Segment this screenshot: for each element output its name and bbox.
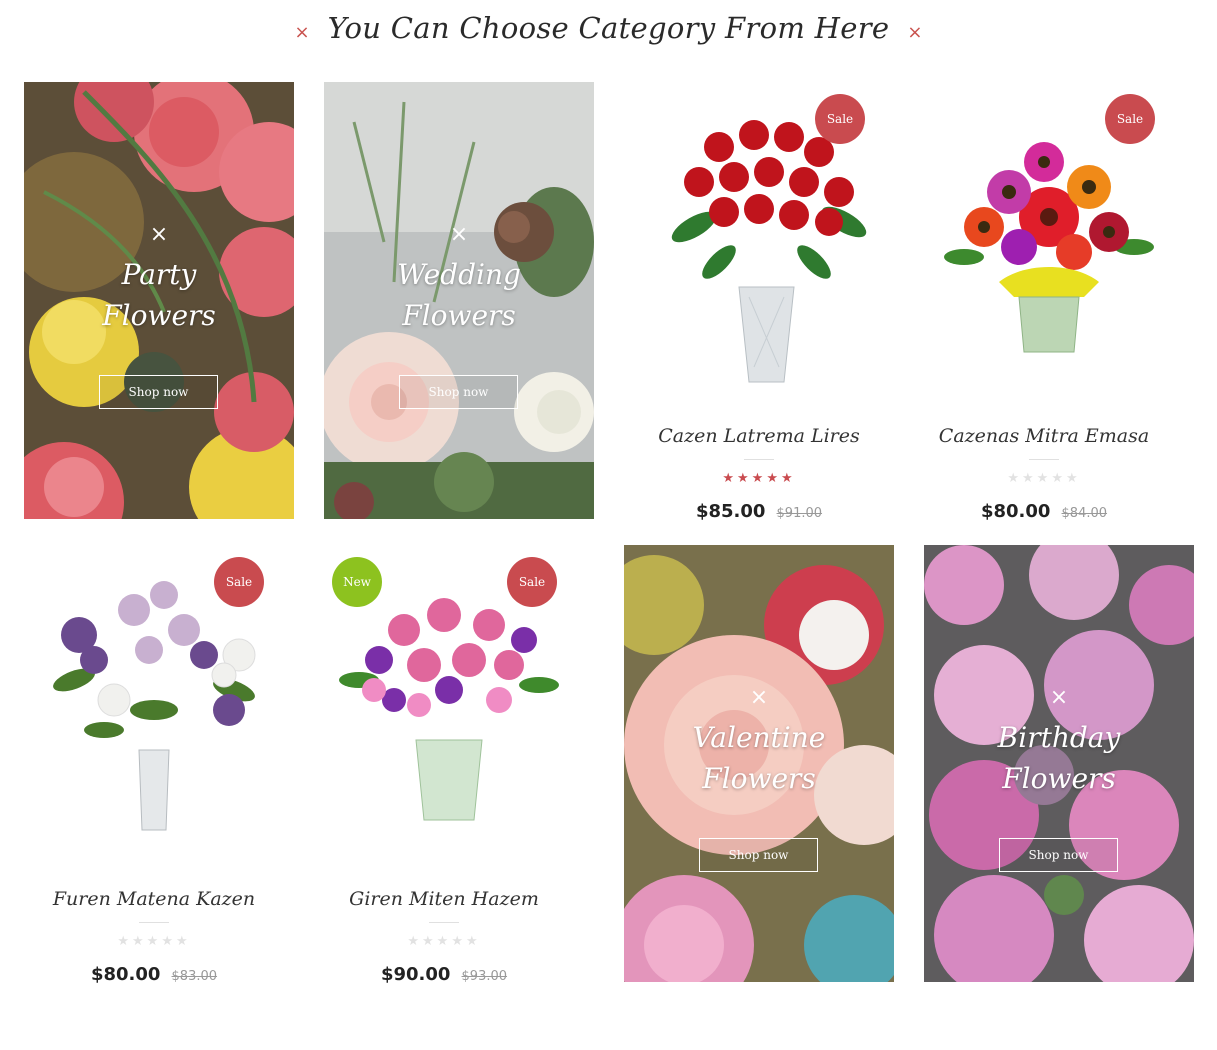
section-title: You Can Choose Category From Here xyxy=(327,11,890,45)
divider xyxy=(1029,459,1059,460)
product-price: $80.00 $83.00 xyxy=(24,964,284,985)
shop-now-button[interactable]: Shop now xyxy=(699,838,818,872)
star-icon: ★ xyxy=(780,471,796,486)
decorative-cross-icon: × xyxy=(907,21,923,43)
category-title: Birthday Flowers xyxy=(997,721,1121,795)
section-heading: × You Can Choose Category From Here × xyxy=(0,8,1217,48)
product-price: $90.00 $93.00 xyxy=(314,964,574,985)
star-icon: ★ xyxy=(117,934,133,949)
star-icon: ★ xyxy=(1065,471,1081,486)
old-price: $84.00 xyxy=(1061,506,1108,521)
divider xyxy=(429,922,459,923)
star-icon: ★ xyxy=(132,934,147,949)
product-price: $85.00 $91.00 xyxy=(629,501,889,522)
divider xyxy=(744,459,774,460)
product-name[interactable]: Furen Matena Kazen xyxy=(24,888,284,910)
star-icon: ★ xyxy=(422,934,437,949)
current-price: $80.00 xyxy=(980,501,1051,522)
old-price: $93.00 xyxy=(461,969,508,984)
product-card[interactable]: New Sale Giren Miten Hazem ★★★★★ $90.00 … xyxy=(314,545,584,985)
star-icon: ★ xyxy=(161,934,176,949)
star-icon: ★ xyxy=(766,471,781,486)
category-banner-party[interactable]: × Party Flowers Shop now xyxy=(24,82,294,519)
product-name[interactable]: Cazenas Mitra Emasa xyxy=(914,425,1174,447)
current-price: $80.00 xyxy=(90,964,161,985)
category-title: Party Flowers xyxy=(102,258,216,332)
star-icon: ★ xyxy=(146,934,162,949)
star-icon: ★ xyxy=(1036,471,1052,486)
category-banner-birthday[interactable]: × Birthday Flowers Shop now xyxy=(924,545,1194,982)
shop-now-button[interactable]: Shop now xyxy=(99,375,218,409)
new-badge: New xyxy=(332,557,382,607)
star-icon: ★ xyxy=(751,471,767,486)
star-icon: ★ xyxy=(175,934,191,949)
shop-now-button[interactable]: Shop now xyxy=(399,375,518,409)
star-rating: ★★★★★ xyxy=(629,471,889,486)
star-icon: ★ xyxy=(451,934,466,949)
star-rating: ★★★★★ xyxy=(914,471,1174,486)
close-icon[interactable]: × xyxy=(749,687,769,709)
category-banner-wedding[interactable]: × Wedding Flowers Shop now xyxy=(324,82,594,519)
star-rating: ★★★★★ xyxy=(24,934,284,949)
sale-badge: Sale xyxy=(507,557,557,607)
star-icon: ★ xyxy=(722,471,738,486)
star-icon: ★ xyxy=(407,934,423,949)
product-name[interactable]: Cazen Latrema Lires xyxy=(629,425,889,447)
current-price: $85.00 xyxy=(695,501,766,522)
star-icon: ★ xyxy=(1007,471,1023,486)
star-rating: ★★★★★ xyxy=(314,934,574,949)
category-title: Wedding Flowers xyxy=(397,258,521,332)
sale-badge: Sale xyxy=(815,94,865,144)
product-card[interactable]: Sale Cazen Latrema Lires ★★★★★ $85.00 $9… xyxy=(629,82,899,522)
product-card[interactable]: Sale Furen Matena Kazen ★★★★★ $80.00 $83… xyxy=(24,545,294,985)
product-price: $80.00 $84.00 xyxy=(914,501,1174,522)
decorative-cross-icon: × xyxy=(294,21,310,43)
current-price: $90.00 xyxy=(380,964,451,985)
star-icon: ★ xyxy=(436,934,452,949)
star-icon: ★ xyxy=(737,471,752,486)
star-icon: ★ xyxy=(465,934,481,949)
shop-now-button[interactable]: Shop now xyxy=(999,838,1118,872)
star-icon: ★ xyxy=(1051,471,1066,486)
close-icon[interactable]: × xyxy=(449,224,469,246)
close-icon[interactable]: × xyxy=(149,224,169,246)
product-card[interactable]: Sale Cazenas Mitra Emasa ★★★★★ $80.00 $8… xyxy=(914,82,1184,522)
divider xyxy=(139,922,169,923)
close-icon[interactable]: × xyxy=(1049,687,1069,709)
category-banner-valentine[interactable]: × Valentine Flowers Shop now xyxy=(624,545,894,982)
sale-badge: Sale xyxy=(1105,94,1155,144)
star-icon: ★ xyxy=(1022,471,1037,486)
old-price: $91.00 xyxy=(776,506,823,521)
product-name[interactable]: Giren Miten Hazem xyxy=(314,888,574,910)
red-roses-vase-image[interactable] xyxy=(639,97,889,397)
sale-badge: Sale xyxy=(214,557,264,607)
category-title: Valentine Flowers xyxy=(692,721,826,795)
old-price: $83.00 xyxy=(171,969,218,984)
